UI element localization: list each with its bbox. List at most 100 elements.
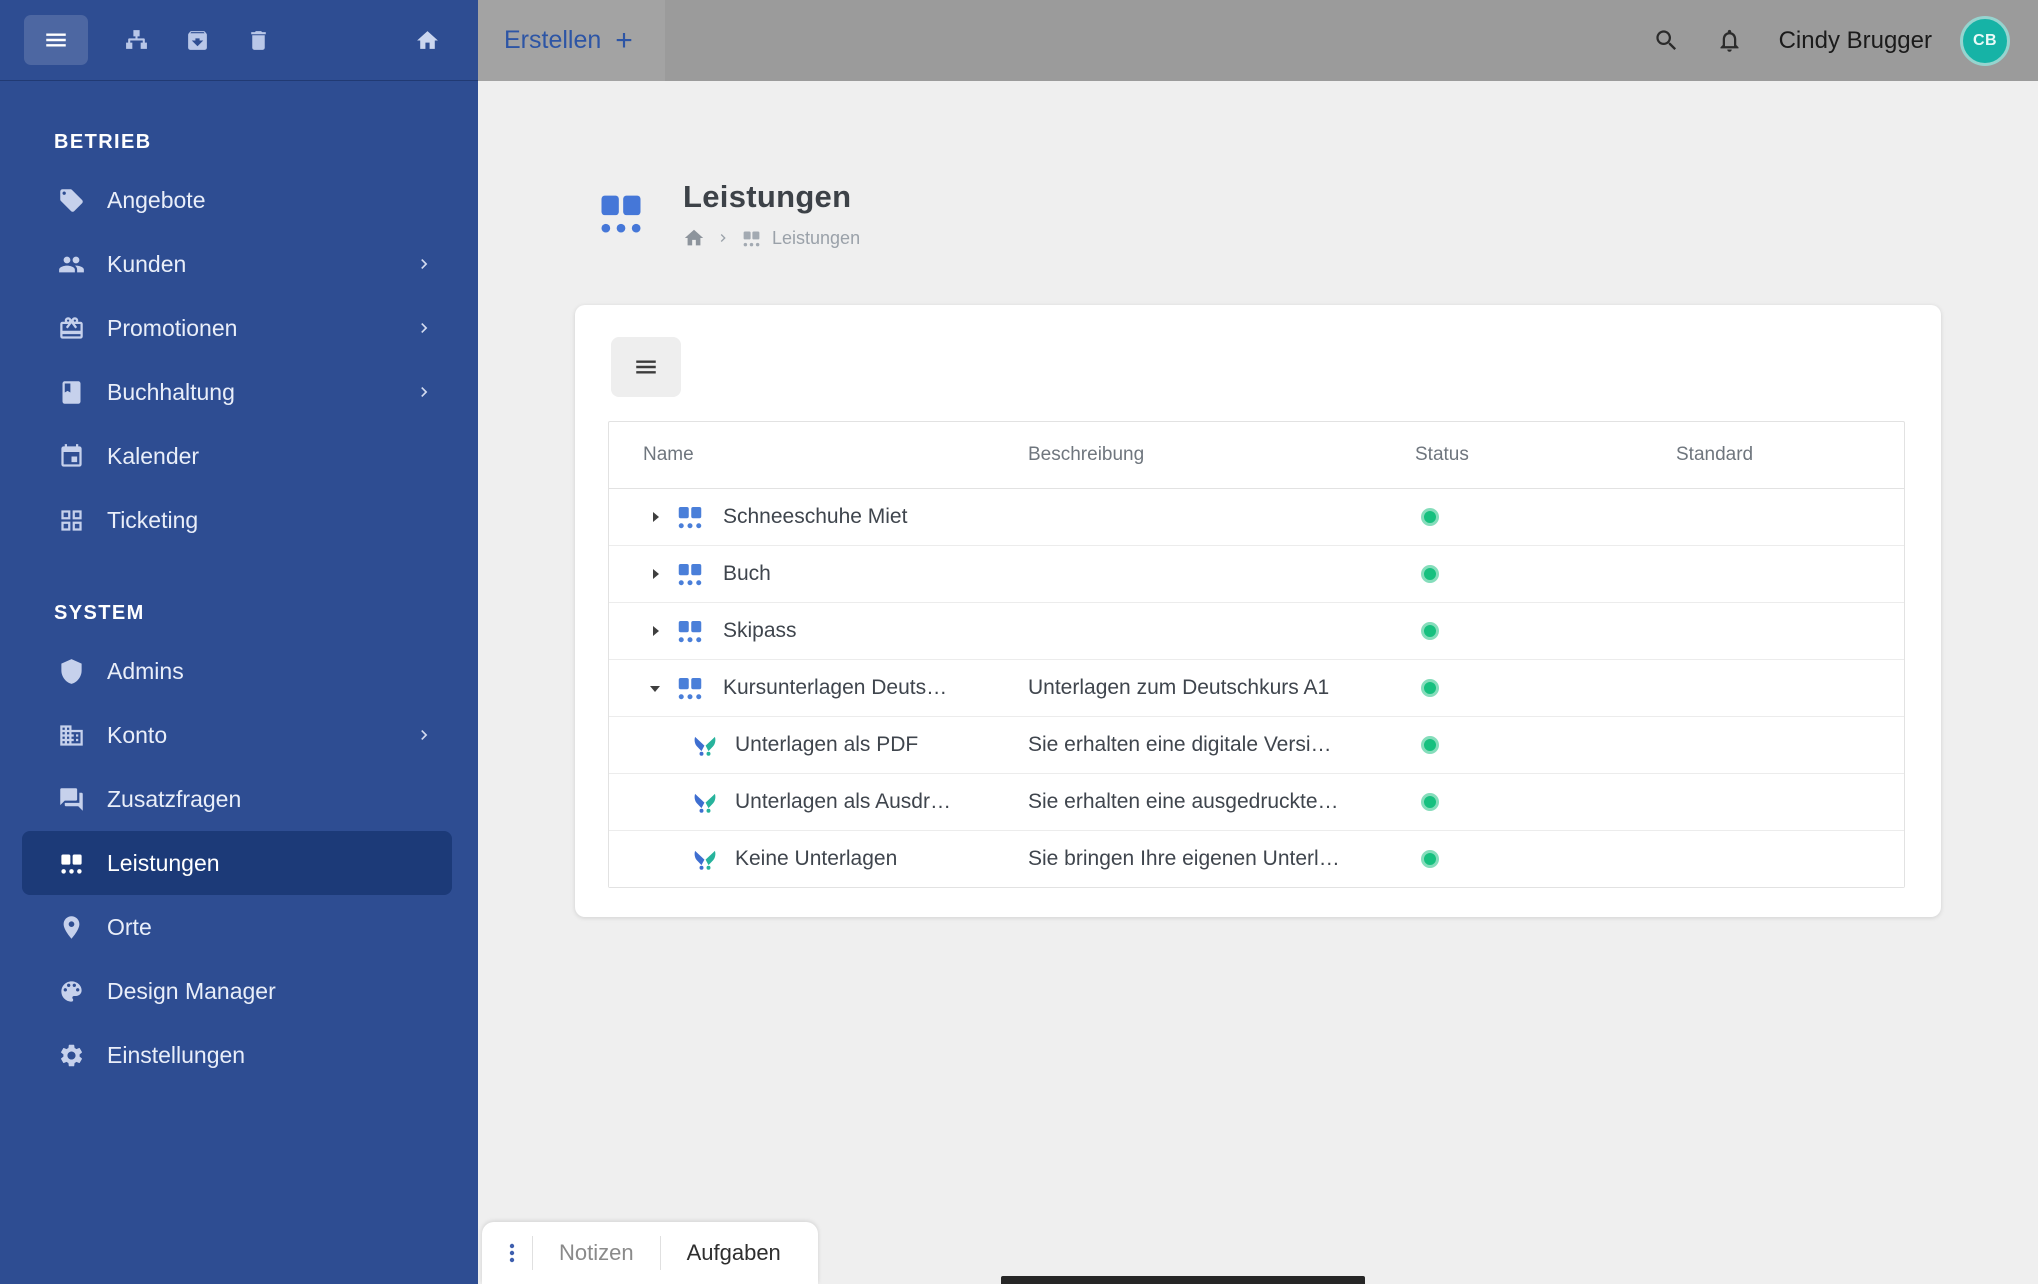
sidebar-item-label: Konto (107, 721, 168, 748)
row-description: Sie bringen Ihre eigenen Unterl… (1028, 847, 1340, 870)
breadcrumb: Leistungen (683, 227, 860, 249)
bottom-tabs: Notizen Aufgaben (532, 1222, 807, 1284)
sidebar-item-kunden[interactable]: Kunden (22, 232, 452, 296)
cell-status (1415, 793, 1676, 811)
table-menu-button[interactable] (611, 337, 681, 397)
breadcrumb-current: Leistungen (772, 227, 861, 248)
services-icon (58, 850, 85, 877)
row-name: Buch (723, 562, 771, 585)
sidebar: BETRIEB Angebote Kunden Promotionen Buchhalt… (0, 0, 478, 1284)
calendar-icon (58, 443, 85, 470)
status-active-dot (1421, 679, 1439, 697)
sub-service-icon (691, 845, 719, 873)
service-icon (675, 502, 705, 532)
column-header-status[interactable]: Status (1415, 444, 1676, 466)
service-icon (675, 559, 705, 589)
shield-icon (58, 658, 85, 685)
sidebar-item-label: Angebote (107, 186, 206, 213)
pin-icon (58, 914, 85, 941)
create-button[interactable]: Erstellen + (478, 0, 665, 81)
trash-icon[interactable] (246, 28, 271, 53)
cell-status (1415, 508, 1676, 526)
column-header-beschreibung[interactable]: Beschreibung (1028, 444, 1415, 466)
bottom-edge-artifact (1001, 1276, 1365, 1284)
sidebar-item-label: Promotionen (107, 314, 238, 341)
column-header-name[interactable]: Name (609, 444, 1028, 466)
sidebar-toolbar (0, 0, 478, 81)
sidebar-item-label: Zusatzfragen (107, 785, 242, 812)
sidebar-item-buchhaltung[interactable]: Buchhaltung (22, 360, 452, 424)
table-row-buch[interactable]: Buch (609, 546, 1904, 603)
sidebar-item-ticketing[interactable]: Ticketing (22, 488, 452, 552)
column-header-standard[interactable]: Standard (1676, 444, 1904, 466)
cell-status (1415, 679, 1676, 697)
expand-caret-icon[interactable] (643, 562, 667, 586)
sidebar-item-design-manager[interactable]: Design Manager (22, 959, 452, 1023)
page-header: Leistungen Leistungen (595, 179, 860, 249)
services-page-icon (595, 187, 647, 239)
plus-icon: + (615, 23, 633, 57)
table-row-unterlagen-als-ausdr[interactable]: Unterlagen als Ausdr… Sie erhalten eine a… (609, 774, 1904, 831)
services-card: Name Beschreibung Status Standard Schneesch… (575, 305, 1941, 917)
breadcrumb-home-icon[interactable] (683, 227, 705, 249)
create-button-label: Erstellen (504, 26, 602, 54)
home-icon[interactable] (415, 28, 440, 53)
gift-icon (58, 315, 85, 342)
sidebar-item-promotionen[interactable]: Promotionen (22, 296, 452, 360)
sub-service-icon (691, 731, 719, 759)
cell-name: Skipass (609, 616, 1028, 646)
sidebar-item-einstellungen[interactable]: Einstellungen (22, 1023, 452, 1087)
status-active-dot (1421, 736, 1439, 754)
sidebar-item-kalender[interactable]: Kalender (22, 424, 452, 488)
table-row-schneeschuhe-miet[interactable]: Schneeschuhe Miet (609, 489, 1904, 546)
row-description: Sie erhalten eine digitale Versi… (1028, 733, 1332, 756)
sidebar-item-label: Ticketing (107, 506, 199, 533)
breadcrumb-separator-icon (715, 230, 731, 246)
services-table: Name Beschreibung Status Standard Schneesch… (608, 421, 1905, 888)
cell-name: Schneeschuhe Miet (609, 502, 1028, 532)
cell-status (1415, 565, 1676, 583)
sitemap-icon[interactable] (124, 28, 149, 53)
sidebar-item-angebote[interactable]: Angebote (22, 168, 452, 232)
expand-caret-icon[interactable] (643, 619, 667, 643)
main-content: Leistungen Leistungen Name Beschreibung St… (478, 81, 2038, 1284)
table-row-skipass[interactable]: Skipass (609, 603, 1904, 660)
sidebar-item-label: Design Manager (107, 977, 276, 1004)
table-row-kursunterlagen-deuts[interactable]: Kursunterlagen Deuts… Unterlagen zum Deut… (609, 660, 1904, 717)
archive-icon[interactable] (185, 28, 210, 53)
table-header-row: Name Beschreibung Status Standard (609, 422, 1904, 489)
table-row-unterlagen-als-pdf[interactable]: Unterlagen als PDF Sie erhalten eine digi… (609, 717, 1904, 774)
sidebar-item-label: Einstellungen (107, 1041, 246, 1068)
tab-notizen[interactable]: Notizen (533, 1240, 660, 1266)
sidebar-item-admins[interactable]: Admins (22, 639, 452, 703)
collapse-caret-icon[interactable] (643, 676, 667, 700)
sidebar-item-konto[interactable]: Konto (22, 703, 452, 767)
avatar[interactable]: CB (1960, 15, 2010, 66)
tab-aufgaben[interactable]: Aufgaben (661, 1240, 807, 1266)
status-active-dot (1421, 565, 1439, 583)
chevron-right-icon (414, 254, 434, 274)
panel-options-icon[interactable] (500, 1241, 524, 1265)
service-icon (675, 673, 705, 703)
search-icon[interactable] (1653, 27, 1680, 54)
table-row-keine-unterlagen[interactable]: Keine Unterlagen Sie bringen Ihre eigenen… (609, 831, 1904, 887)
sidebar-item-zusatzfragen[interactable]: Zusatzfragen (22, 767, 452, 831)
notifications-icon[interactable] (1716, 27, 1743, 54)
cell-status (1415, 736, 1676, 754)
sidebar-section-label-system: SYSTEM (54, 602, 145, 624)
sidebar-item-orte[interactable]: Orte (22, 895, 452, 959)
building-icon (58, 722, 85, 749)
gear-icon (58, 1042, 85, 1069)
chevron-right-icon (414, 382, 434, 402)
chevron-right-icon (414, 725, 434, 745)
chevron-right-icon (414, 318, 434, 338)
row-name: Kursunterlagen Deuts… (723, 676, 948, 699)
cell-name: Unterlagen als Ausdr… (609, 788, 1028, 816)
row-name: Skipass (723, 619, 797, 642)
tag-icon (58, 187, 85, 214)
user-name: Cindy Brugger (1778, 26, 1932, 54)
sidebar-collapse-button[interactable] (24, 15, 88, 65)
expand-caret-icon[interactable] (643, 505, 667, 529)
cell-name: Buch (609, 559, 1028, 589)
sidebar-item-leistungen[interactable]: Leistungen (22, 831, 452, 895)
